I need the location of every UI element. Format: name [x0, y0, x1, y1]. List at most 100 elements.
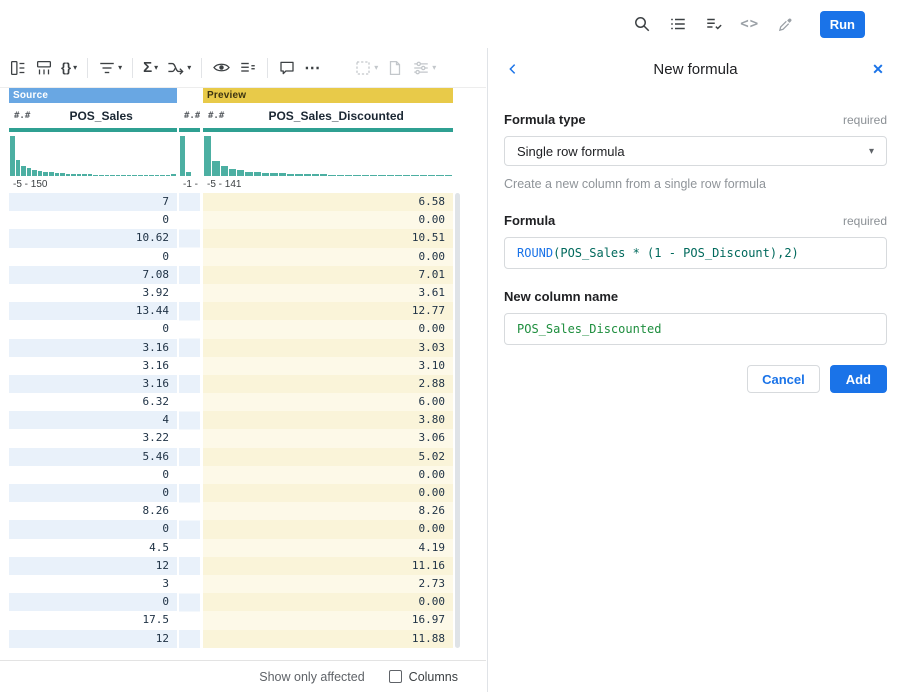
code-icon[interactable]: <>	[738, 12, 762, 36]
column-histogram[interactable]	[179, 132, 200, 176]
data-cell[interactable]: 8.26	[203, 502, 453, 520]
preview-column-pos-sales-discounted: Preview #.# POS_Sales_Discounted -5 - 14…	[203, 88, 453, 648]
source-values: 7010.6207.083.9213.4403.163.163.166.3243…	[9, 193, 177, 648]
data-cell[interactable]: 13.44	[9, 302, 177, 320]
columns-checkbox[interactable]	[389, 670, 402, 683]
back-button[interactable]	[502, 58, 524, 80]
column-histogram[interactable]	[203, 132, 453, 176]
grid-footer: Show only affected Columns	[0, 660, 486, 692]
data-cell[interactable]: 12.77	[203, 302, 453, 320]
data-cell[interactable]: 3.61	[203, 284, 453, 302]
export-button[interactable]	[382, 56, 408, 80]
data-cell[interactable]: 16.97	[203, 611, 453, 629]
data-cell[interactable]: 3.03	[203, 339, 453, 357]
data-cell[interactable]: 0.00	[203, 248, 453, 266]
selection-button[interactable]: ▾	[350, 56, 382, 80]
filter-icon	[98, 59, 116, 77]
list-icon[interactable]	[666, 12, 690, 36]
data-cell[interactable]: 17.5	[9, 611, 177, 629]
data-cell[interactable]: 4.19	[203, 539, 453, 557]
formula-type-select[interactable]: Single row formula ▾	[504, 136, 887, 166]
data-cell[interactable]: 2.73	[203, 575, 453, 593]
data-cell[interactable]: 4	[9, 411, 177, 429]
data-cell[interactable]: 10.51	[203, 229, 453, 247]
filter-rows-button[interactable]: ▾	[94, 56, 126, 80]
visibility-button[interactable]	[208, 55, 235, 80]
more-button[interactable]: ⋯	[300, 55, 324, 81]
new-column-name-input[interactable]: POS_Sales_Discounted	[504, 313, 887, 345]
data-cell[interactable]: 0	[9, 484, 177, 502]
formula-row: Formula required	[504, 213, 887, 228]
data-cell[interactable]: 8.26	[9, 502, 177, 520]
data-cell[interactable]: 6.32	[9, 393, 177, 411]
data-cell[interactable]: 7	[9, 193, 177, 211]
data-cell[interactable]: 0.00	[203, 520, 453, 538]
column-header[interactable]: #.# POS_Sales_Discounted	[203, 103, 453, 128]
histogram-bar	[60, 173, 65, 176]
data-cell[interactable]: 0	[9, 320, 177, 338]
braces-menu-button[interactable]: {} ▾	[57, 57, 81, 78]
data-cell[interactable]: 3.80	[203, 411, 453, 429]
data-cell[interactable]: 5.46	[9, 448, 177, 466]
data-cell[interactable]: 7.01	[203, 266, 453, 284]
data-cell[interactable]: 3.92	[9, 284, 177, 302]
eyedropper-icon[interactable]	[774, 12, 798, 36]
data-cell[interactable]: 3.16	[9, 357, 177, 375]
data-cell[interactable]: 3.16	[9, 375, 177, 393]
data-cell[interactable]: 6.58	[203, 193, 453, 211]
data-cell[interactable]: 4.5	[9, 539, 177, 557]
column-histogram[interactable]	[9, 132, 177, 176]
column-grid-icon[interactable]	[5, 56, 31, 80]
data-cell[interactable]: 5.02	[203, 448, 453, 466]
data-cell[interactable]: 3.10	[203, 357, 453, 375]
histogram-bar	[27, 168, 32, 176]
data-cell[interactable]: 0	[9, 211, 177, 229]
data-cell[interactable]: 0.00	[203, 466, 453, 484]
add-button[interactable]: Add	[830, 365, 887, 393]
column-header[interactable]: #.# POS_Sales	[9, 103, 177, 128]
data-cell[interactable]: 12	[9, 630, 177, 648]
cancel-button[interactable]: Cancel	[747, 365, 820, 393]
column-header[interactable]: #.#	[179, 103, 200, 128]
data-cell[interactable]: 0	[9, 248, 177, 266]
histogram-bar	[221, 166, 228, 176]
data-cell[interactable]: 0	[9, 466, 177, 484]
histogram-bar	[362, 175, 369, 176]
data-cell[interactable]: 3.22	[9, 429, 177, 447]
data-cell[interactable]: 0.00	[203, 211, 453, 229]
join-button[interactable]: ▾	[162, 55, 195, 80]
data-cell[interactable]: 2.88	[203, 375, 453, 393]
data-cell[interactable]: 3	[9, 575, 177, 593]
comment-button[interactable]	[274, 56, 300, 80]
data-cell[interactable]: 0	[9, 520, 177, 538]
panel-title: New formula	[524, 61, 867, 78]
data-cell[interactable]: 0	[9, 593, 177, 611]
row-grid-icon[interactable]	[31, 56, 57, 80]
settings-button[interactable]: ▾	[408, 56, 440, 80]
data-cell[interactable]: 10.62	[9, 229, 177, 247]
data-cell[interactable]: 7.08	[9, 266, 177, 284]
columns-toggle[interactable]: Columns	[389, 670, 458, 684]
histogram-bar	[420, 175, 427, 176]
data-cell[interactable]: 11.16	[203, 557, 453, 575]
formula-expression: (POS_Sales * (1 - POS_Discount),2)	[553, 246, 799, 260]
data-cell[interactable]: 0.00	[203, 593, 453, 611]
data-cell[interactable]: 3.16	[9, 339, 177, 357]
search-icon[interactable]	[630, 12, 654, 36]
data-cell[interactable]: 11.88	[203, 630, 453, 648]
data-cell[interactable]: 6.00	[203, 393, 453, 411]
data-cell[interactable]: 3.06	[203, 429, 453, 447]
aggregate-button[interactable]: Σ ▾	[139, 56, 162, 79]
close-button[interactable]: ✕	[867, 58, 889, 80]
data-cell[interactable]: 12	[9, 557, 177, 575]
run-button[interactable]: Run	[820, 11, 865, 38]
data-cell[interactable]: 0.00	[203, 484, 453, 502]
data-cell[interactable]: 0.00	[203, 320, 453, 338]
histogram-bar	[149, 175, 154, 176]
sort-button[interactable]	[235, 56, 261, 80]
toolbar-divider	[201, 58, 202, 78]
formula-input[interactable]: ROUND(POS_Sales * (1 - POS_Discount),2)	[504, 237, 887, 269]
histogram-bar	[88, 174, 93, 176]
vertical-scrollbar[interactable]	[455, 193, 460, 648]
checklist-icon[interactable]	[702, 12, 726, 36]
